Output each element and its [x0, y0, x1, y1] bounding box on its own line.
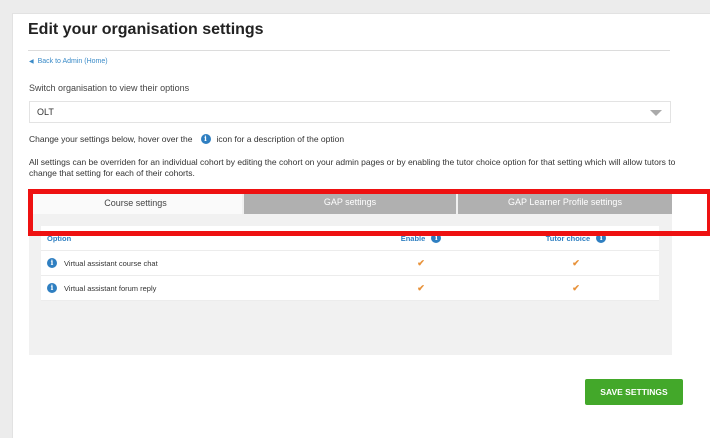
info-icon[interactable]: i — [47, 283, 57, 293]
checkmark-icon: ✔ — [572, 282, 580, 293]
option-label: Virtual assistant course chat — [64, 258, 158, 268]
info-icon[interactable]: i — [47, 258, 57, 268]
title-divider — [28, 50, 670, 51]
back-arrow-icon: ◀ — [29, 59, 34, 65]
tutor-choice-checkbox[interactable]: ✔ — [521, 251, 631, 275]
override-paragraph: All settings can be overriden for an ind… — [29, 157, 676, 178]
option-label: Virtual assistant forum reply — [64, 283, 157, 293]
info-text-before: Change your settings below, hover over t… — [29, 134, 193, 144]
info-icon: i — [200, 134, 211, 144]
info-icon[interactable]: i — [596, 233, 607, 243]
settings-tabs-panel: Course settings GAP settings GAP Learner… — [29, 190, 672, 355]
enable-column-header: Enable i — [381, 226, 461, 250]
info-instructions: Change your settings below, hover over t… — [29, 134, 344, 144]
tab-gap-settings[interactable]: GAP settings — [244, 190, 456, 214]
organisation-select-value: OLT — [37, 107, 54, 117]
enable-header-label: Enable — [400, 233, 426, 243]
chevron-down-icon — [650, 110, 662, 116]
tutor-choice-column-header: Tutor choice i — [521, 226, 631, 250]
page-title: Edit your organisation settings — [28, 21, 264, 38]
table-header-row: Option Enable i Tutor choice i — [41, 226, 659, 251]
back-to-admin-link[interactable]: ◀ Back to Admin (Home) — [29, 58, 108, 65]
table-row: i Virtual assistant course chat ✔ ✔ — [41, 251, 659, 276]
info-icon[interactable]: i — [431, 233, 442, 243]
checkmark-icon: ✔ — [417, 257, 425, 268]
tab-course-settings[interactable]: Course settings — [29, 190, 242, 214]
settings-table: Option Enable i Tutor choice i i Virtual… — [41, 226, 659, 301]
checkmark-icon: ✔ — [572, 257, 580, 268]
option-column-header: Option — [47, 233, 72, 243]
tutor-choice-checkbox[interactable]: ✔ — [521, 276, 631, 300]
table-row: i Virtual assistant forum reply ✔ ✔ — [41, 276, 659, 301]
option-cell: i Virtual assistant forum reply — [47, 276, 156, 300]
enable-checkbox[interactable]: ✔ — [381, 251, 461, 275]
info-text-after: icon for a description of the option — [216, 134, 345, 144]
switch-organisation-label: Switch organisation to view their option… — [29, 83, 190, 93]
save-settings-button[interactable]: SAVE SETTINGS — [585, 379, 683, 405]
enable-checkbox[interactable]: ✔ — [381, 276, 461, 300]
tab-gap-learner-profile-settings[interactable]: GAP Learner Profile settings — [458, 190, 672, 214]
back-link-label: Back to Admin (Home) — [37, 58, 108, 65]
option-cell: i Virtual assistant course chat — [47, 251, 158, 275]
checkmark-icon: ✔ — [417, 282, 425, 293]
organisation-select[interactable]: OLT — [29, 101, 671, 123]
tutor-choice-header-label: Tutor choice — [545, 233, 591, 243]
